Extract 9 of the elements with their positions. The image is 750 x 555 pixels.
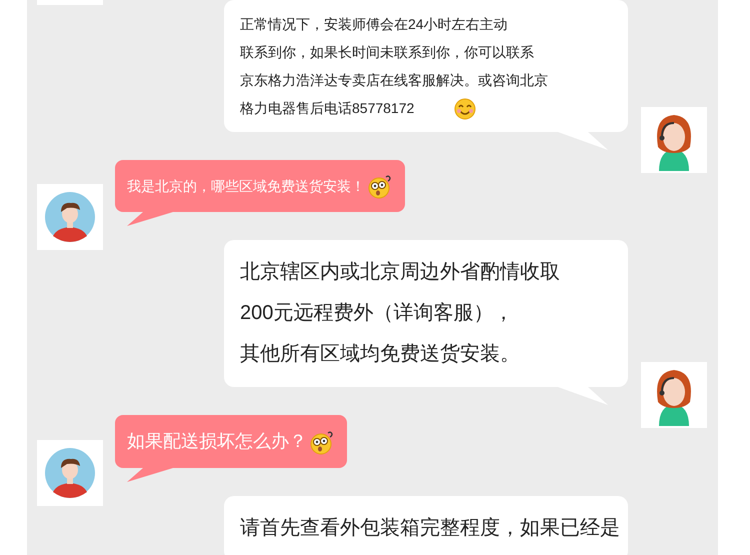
message-bubble: 北京辖区内或北京周边外省酌情收取 200元远程费外（详询客服）， 其他所有区域均免费送货安装。: [224, 240, 628, 388]
agent-avatar-icon: [641, 362, 707, 428]
bubble-tail: [127, 468, 173, 482]
message-bubble: 请首先查看外包装箱完整程度，如果已经是: [224, 496, 628, 555]
user-avatar-icon: [37, 184, 103, 250]
agent-avatar-icon: [641, 107, 707, 173]
bubble-tail: [127, 212, 173, 226]
user-avatar-icon: [37, 440, 103, 506]
message-bubble: 正常情况下，安装师傅会在24小时左右主动 联系到你，如果长时间未联系到你，你可以联系 京东格力浩洋达专卖店在线客服解决。或咨询北京 格力电器售后电话85778172: [224, 0, 628, 132]
